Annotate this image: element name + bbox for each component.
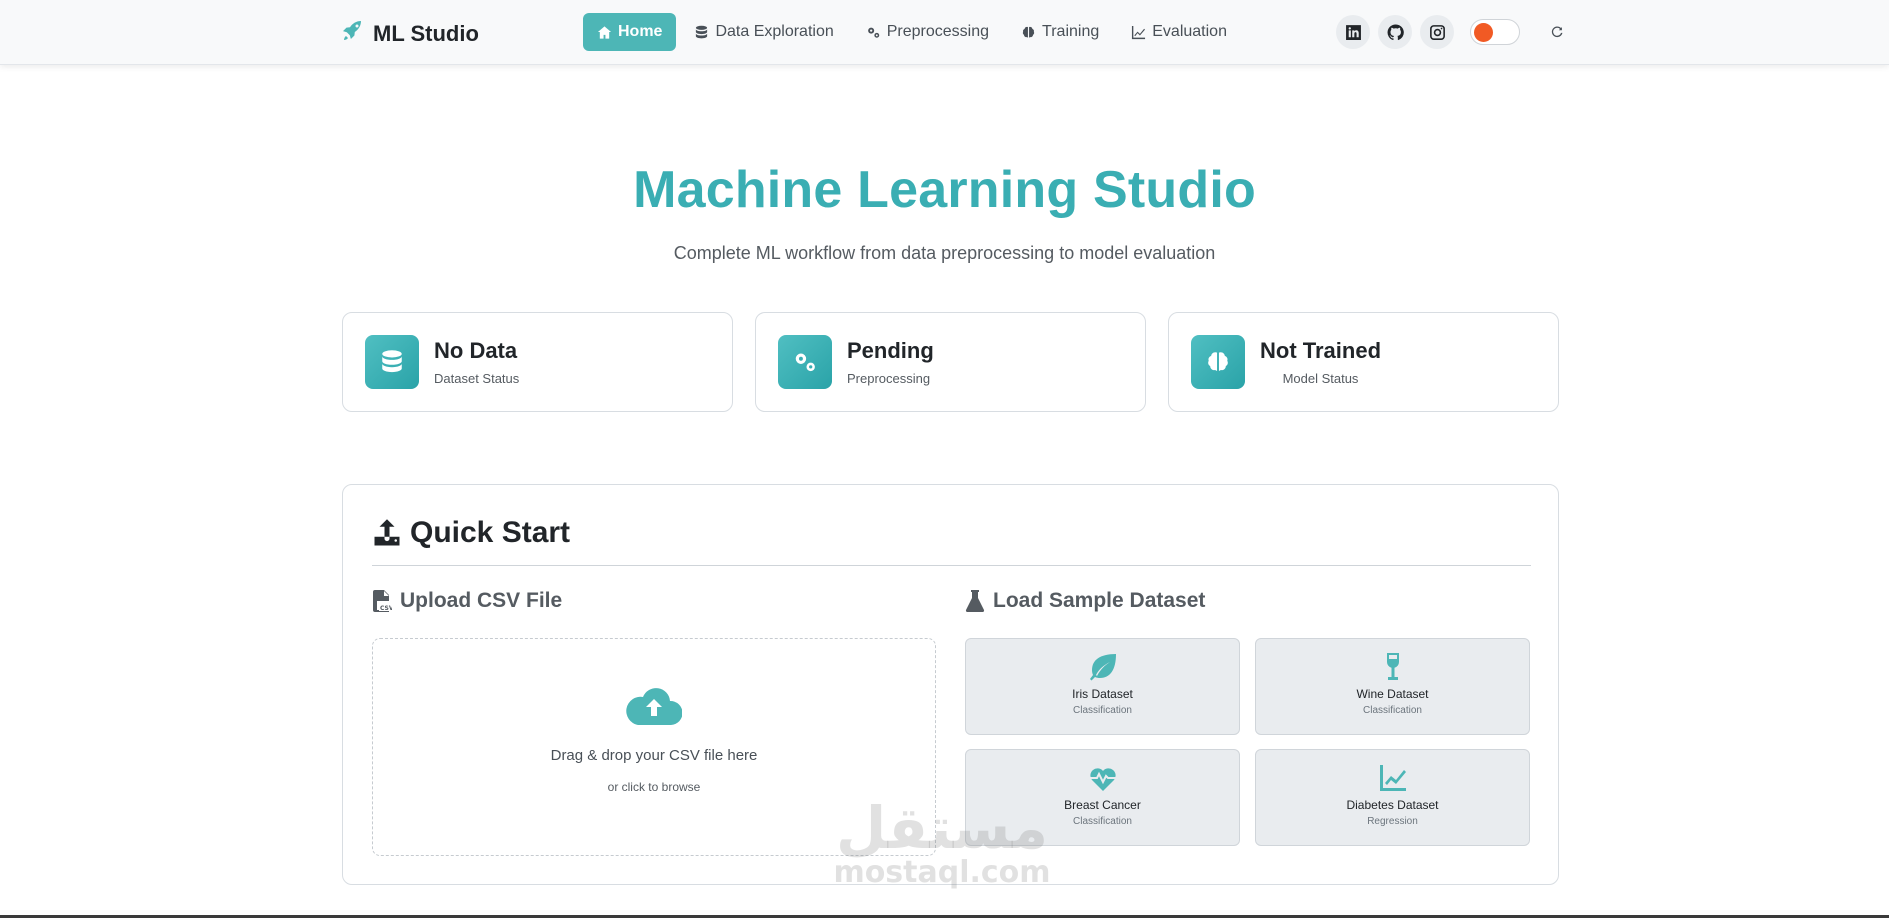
dropzone-text: Drag & drop your CSV file here [550, 747, 758, 764]
page-title: Machine Learning Studio [633, 161, 1256, 219]
github-button[interactable] [1378, 15, 1412, 49]
model-status-value: Not Trained [1260, 338, 1382, 363]
nav-evaluation[interactable]: Evaluation [1117, 13, 1241, 51]
sample-dataset-heading: Load Sample Dataset [965, 589, 1205, 613]
upload-csv-heading: CSV Upload CSV File [372, 589, 562, 613]
iris-dataset-type: Classification [1073, 705, 1132, 716]
database-icon [382, 350, 402, 373]
breast-cancer-dataset-name: Breast Cancer [1064, 798, 1141, 812]
file-csv-icon: CSV [373, 590, 392, 612]
nav-evaluation-label: Evaluation [1152, 23, 1227, 40]
preprocessing-status-card: Pending Preprocessing [755, 312, 1146, 412]
nav-right [1336, 15, 1574, 49]
nav-training-label: Training [1042, 23, 1100, 40]
brain-icon [1208, 352, 1228, 371]
chart-line-icon [1132, 25, 1146, 39]
page-subtitle: Complete ML workflow from data preproces… [673, 243, 1216, 263]
dataset-status-card: No Data Dataset Status [342, 312, 733, 412]
breast-cancer-dataset-card[interactable]: Breast Cancer Classification [965, 749, 1240, 846]
quick-start-card: Quick Start CSV Upload CSV File Drag & d… [342, 484, 1559, 885]
model-status-label: Model Status [1282, 371, 1359, 386]
brand-name: ML Studio [373, 21, 479, 46]
wine-glass-icon [1386, 653, 1399, 680]
preprocessing-status-value: Pending [847, 338, 934, 363]
cogs-icon [795, 353, 815, 372]
refresh-icon [1551, 26, 1563, 38]
quick-start-header: Quick Start [372, 516, 570, 550]
instagram-button[interactable] [1420, 15, 1454, 49]
dataset-status-text: No Data Dataset Status [434, 338, 519, 386]
nav-home-label: Home [618, 23, 663, 40]
linkedin-button[interactable] [1336, 15, 1370, 49]
breast-cancer-dataset-type: Classification [1073, 816, 1132, 827]
dataset-status-label: Dataset Status [434, 371, 520, 386]
preprocessing-status-text: Pending Preprocessing [847, 338, 934, 386]
theme-toggle[interactable] [1470, 19, 1520, 45]
github-icon [1387, 24, 1404, 40]
wine-dataset-type: Classification [1363, 705, 1422, 716]
svg-text:CSV: CSV [380, 605, 392, 612]
instagram-icon [1429, 24, 1445, 40]
refresh-button[interactable] [1540, 15, 1574, 49]
model-status-icon-box [1191, 335, 1245, 389]
dataset-status-icon-box [365, 335, 419, 389]
nav-data-exploration[interactable]: Data Exploration [680, 13, 847, 51]
quick-start-divider [372, 565, 1531, 566]
cloud-upload-icon [626, 688, 682, 725]
nav-data-exploration-label: Data Exploration [715, 23, 834, 40]
home-icon [597, 25, 612, 39]
dropzone-browse-text: or click to browse [607, 780, 701, 794]
wine-dataset-name: Wine Dataset [1356, 687, 1429, 701]
preprocessing-status-label: Preprocessing [847, 371, 931, 386]
model-status-text: Not Trained Model Status [1260, 338, 1381, 386]
heartbeat-icon [1089, 768, 1116, 791]
rocket-icon [341, 19, 365, 49]
nav-links: Home Data Exploration Preprocessing Trai… [583, 13, 1241, 51]
wine-dataset-card[interactable]: Wine Dataset Classification [1255, 638, 1530, 735]
sample-dataset-title: Load Sample Dataset [993, 589, 1206, 612]
nav-training[interactable]: Training [1007, 13, 1113, 51]
leaf-icon [1089, 654, 1116, 681]
csv-dropzone[interactable]: Drag & drop your CSV file here or click … [372, 638, 936, 856]
diabetes-dataset-name: Diabetes Dataset [1346, 798, 1439, 812]
preprocessing-status-icon-box [778, 335, 832, 389]
flask-icon [965, 590, 985, 612]
chart-line-icon [1379, 765, 1406, 791]
model-status-card: Not Trained Model Status [1168, 312, 1559, 412]
iris-dataset-name: Iris Dataset [1072, 687, 1133, 701]
sample-dataset-grid: Iris Dataset Classification Wine Dataset… [965, 638, 1531, 847]
dataset-status-value: No Data [434, 338, 518, 363]
quick-start-title: Quick Start [410, 516, 571, 549]
upload-icon [374, 519, 400, 546]
brand[interactable]: ML Studio [341, 19, 479, 49]
cogs-icon [867, 27, 879, 38]
iris-dataset-card[interactable]: Iris Dataset Classification [965, 638, 1240, 735]
nav-preprocessing-label: Preprocessing [886, 23, 990, 40]
linkedin-icon [1345, 24, 1361, 40]
toggle-knob [1474, 23, 1493, 42]
database-icon [696, 25, 708, 38]
diabetes-dataset-type: Regression [1367, 816, 1418, 827]
navbar: ML Studio Home Data Exploration Preproce… [0, 0, 1889, 65]
nav-preprocessing[interactable]: Preprocessing [852, 13, 1003, 51]
nav-home[interactable]: Home [583, 13, 677, 51]
brain-icon [1022, 26, 1035, 38]
upload-csv-title: Upload CSV File [400, 589, 563, 612]
diabetes-dataset-card[interactable]: Diabetes Dataset Regression [1255, 749, 1530, 846]
